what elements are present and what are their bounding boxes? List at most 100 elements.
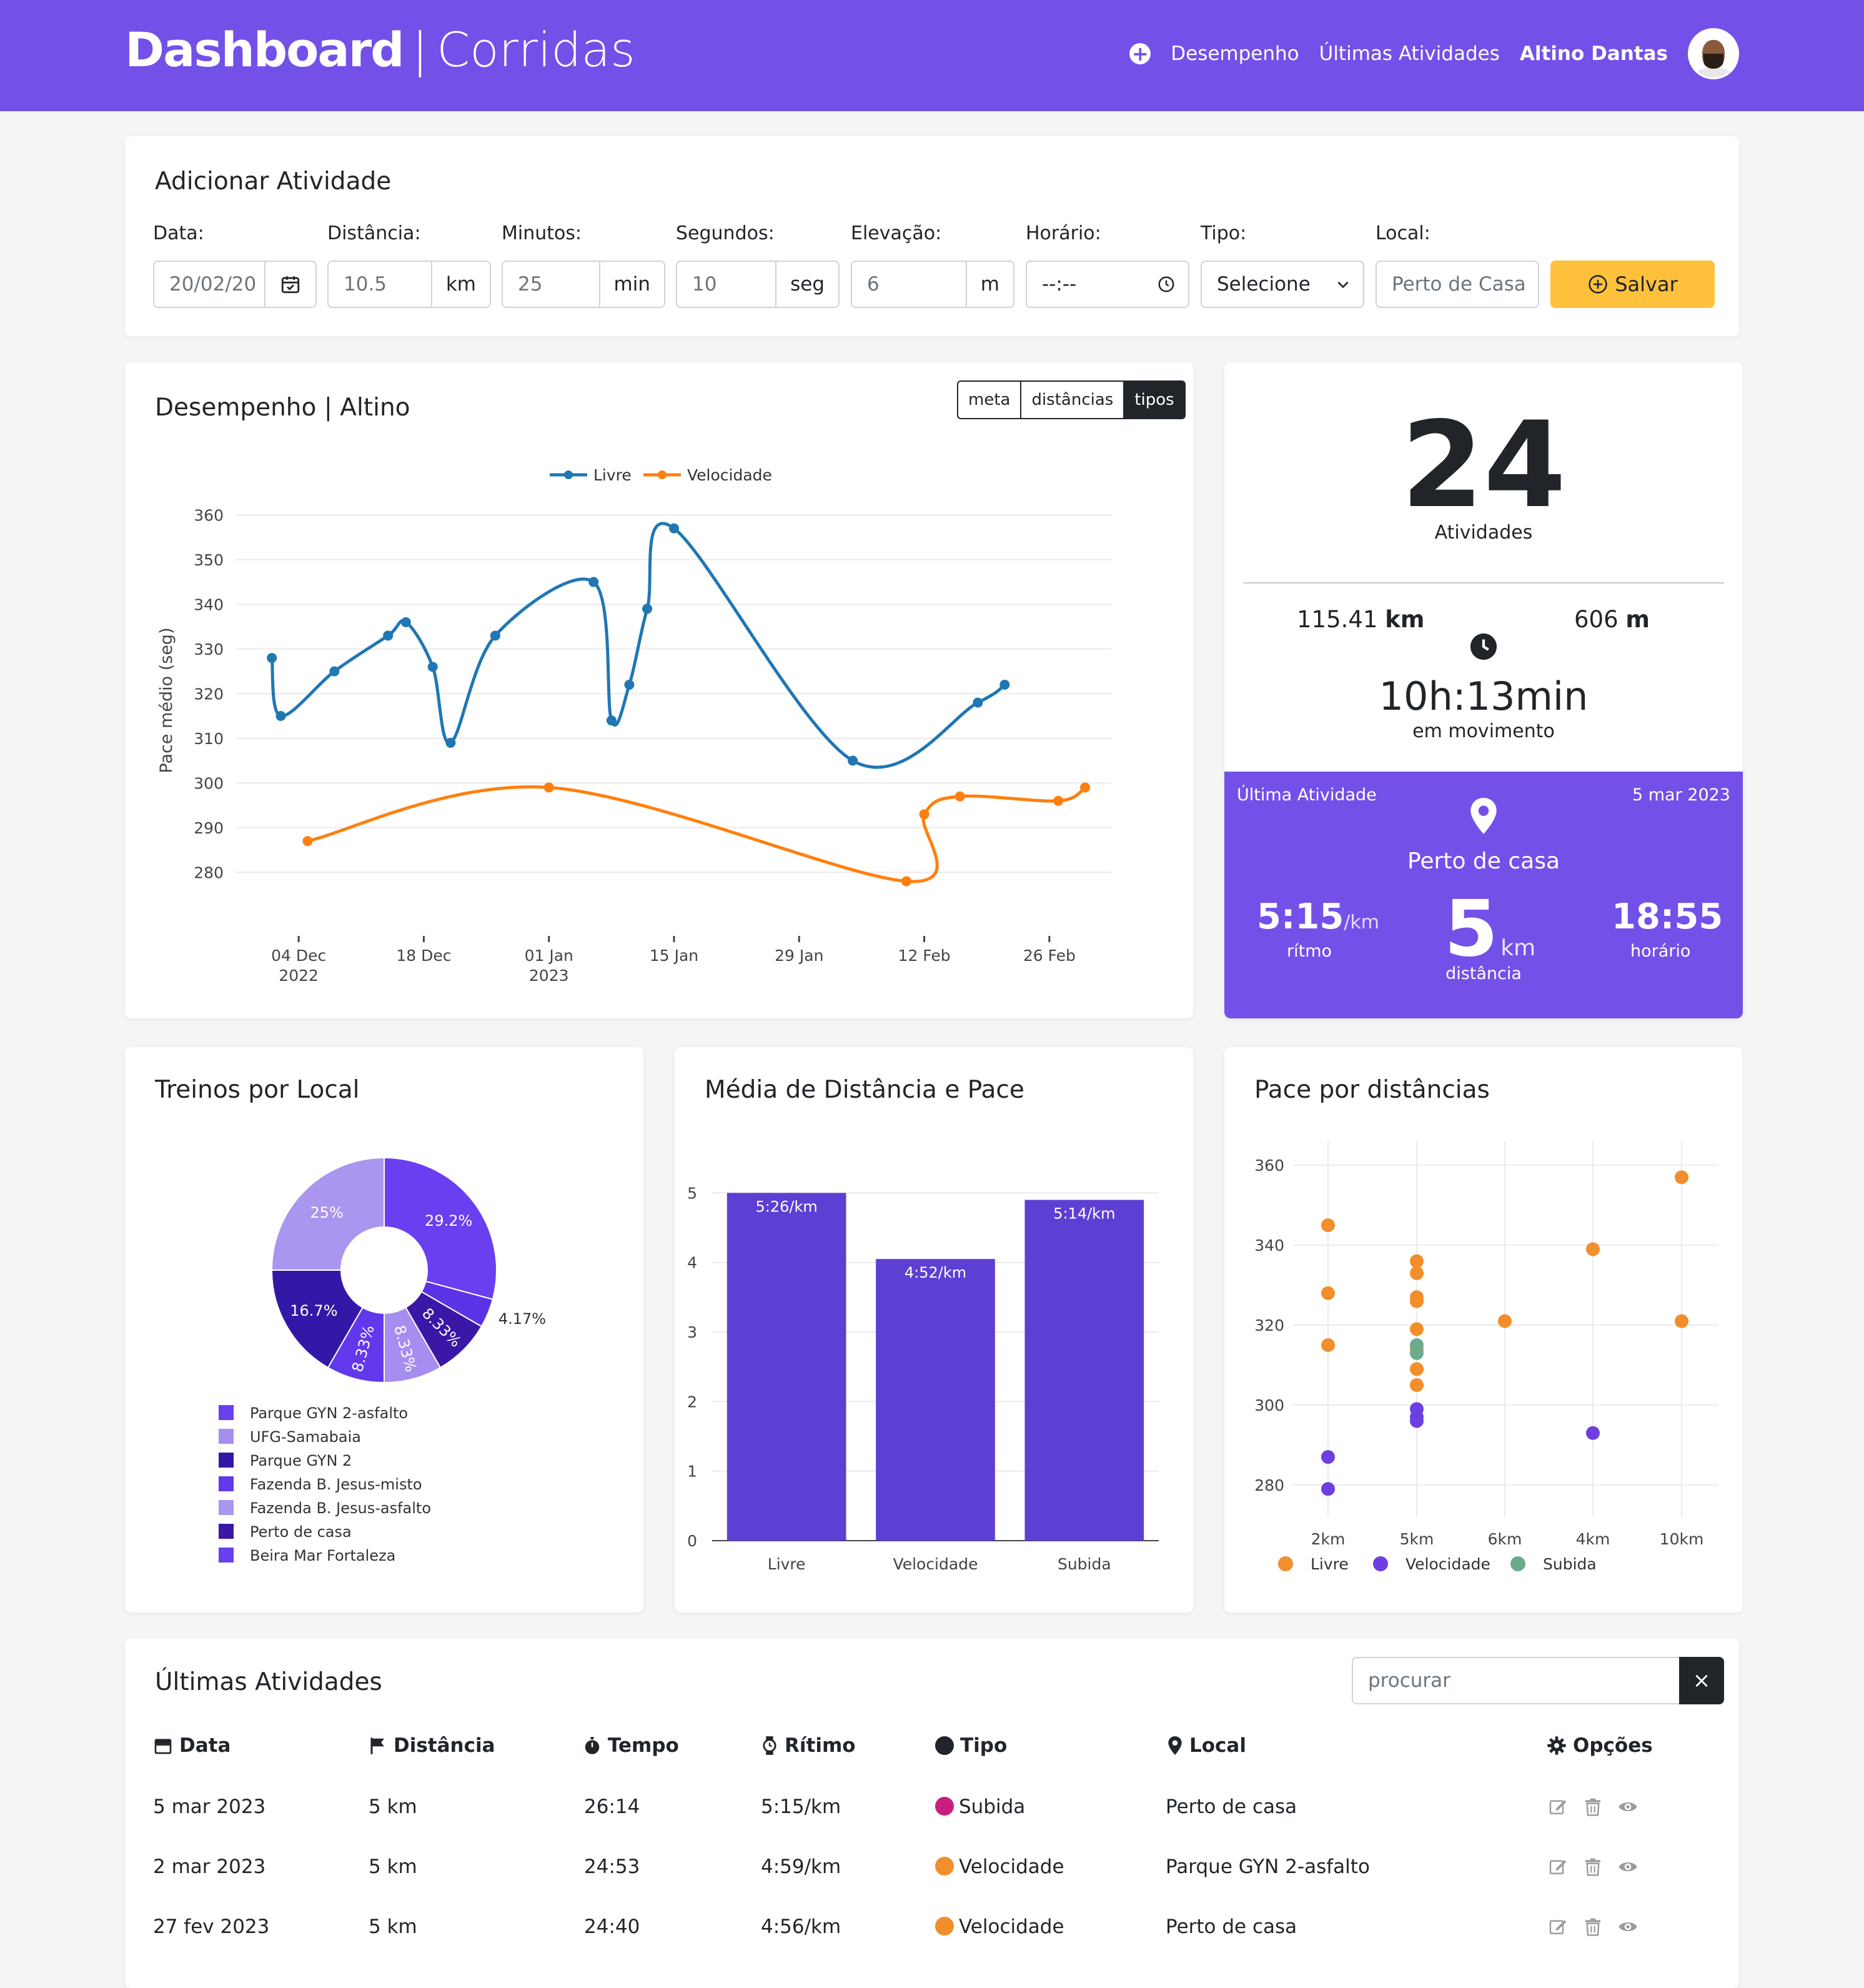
trash-icon[interactable] [1583, 1917, 1603, 1937]
watch-icon [763, 1736, 776, 1755]
edit-icon[interactable] [1548, 1797, 1568, 1817]
data-point [1586, 1426, 1600, 1440]
data-point [445, 737, 456, 748]
row-2-type: Velocidade [935, 1916, 1064, 1938]
bar-data-label: 4:52/km [905, 1264, 966, 1281]
bar-data-label: 5:26/km [756, 1198, 818, 1215]
moving-time: 10h:13min [1379, 673, 1589, 719]
place-field[interactable]: Perto de Casa [1376, 261, 1539, 308]
data-point [400, 617, 411, 627]
y-tick-label: 310 [194, 730, 224, 748]
last-activity-date: 5 mar 2023 [1632, 785, 1730, 805]
type-dot [935, 1917, 954, 1936]
edit-icon[interactable] [1548, 1917, 1568, 1937]
type-dot [935, 1797, 954, 1816]
legend-label: Velocidade [687, 466, 772, 484]
edit-icon[interactable] [1548, 1857, 1568, 1877]
seconds-label: Segundos: [676, 222, 775, 244]
row-1-type: Velocidade [935, 1856, 1064, 1878]
minutes-field[interactable]: 25 min [502, 261, 665, 308]
data-point [302, 836, 313, 847]
data-point [1321, 1338, 1335, 1352]
col-options[interactable]: Opções [1547, 1734, 1653, 1757]
last-activity-label: Última Atividade [1237, 785, 1377, 805]
calendar-icon [154, 1739, 172, 1754]
distance-unit: km [430, 262, 490, 307]
data-point [1410, 1414, 1424, 1428]
trash-icon[interactable] [1583, 1857, 1603, 1877]
x-tick-label: Velocidade [893, 1555, 978, 1573]
row-2-date: 27 fev 2023 [153, 1916, 270, 1938]
x-tick-label: 18 Dec [396, 947, 451, 965]
x-tick-label: 01 Jan [525, 947, 573, 965]
moving-label: em movimento [1412, 720, 1555, 742]
date-field[interactable]: 20/02/20 [153, 261, 317, 308]
x-tick-label: 04 Dec [271, 947, 326, 965]
data-point [1410, 1294, 1424, 1308]
legend-marker [658, 470, 667, 479]
y-tick-label: 340 [194, 595, 224, 614]
data-point [919, 809, 930, 820]
bar [1024, 1200, 1144, 1541]
trash-icon[interactable] [1583, 1797, 1603, 1817]
data-point [1321, 1482, 1335, 1496]
row-0-place: Perto de casa [1166, 1796, 1297, 1818]
x-tick-label: Livre [768, 1555, 806, 1573]
data-point [275, 711, 286, 722]
pace-by-distance-scatter-chart: 280 300 320 340 360 2km 5km 6km 4km 10km Livre Velo… [1254, 1141, 1718, 1573]
data-point [848, 755, 858, 766]
seconds-field[interactable]: 10 seg [676, 261, 840, 308]
time-label: Horário: [1026, 222, 1101, 244]
map-pin-icon [1470, 798, 1497, 834]
distance-field[interactable]: 10.5 km [327, 261, 491, 308]
add-activity-icon[interactable]: + [1129, 43, 1151, 64]
donut-hole [340, 1226, 428, 1314]
data-point [973, 697, 983, 708]
total-elevation: 606 m [1574, 606, 1650, 633]
time-field[interactable]: --:-- [1026, 261, 1189, 308]
clock-icon[interactable] [1144, 262, 1188, 307]
last-activity-panel[interactable]: Última Atividade 5 mar 2023 Perto de cas… [1224, 772, 1743, 1018]
col-date[interactable]: Data [153, 1734, 231, 1757]
type-select[interactable]: Selecione [1201, 261, 1364, 308]
eye-icon[interactable] [1618, 1917, 1638, 1937]
calendar-icon[interactable] [264, 262, 315, 307]
col-pace[interactable]: Rítimo [761, 1734, 856, 1757]
eye-icon[interactable] [1618, 1797, 1638, 1817]
legend-marker [564, 470, 573, 479]
minutes-unit: min [598, 262, 664, 307]
activity-count: 24 [1400, 396, 1567, 534]
save-button[interactable]: Salvar [1550, 261, 1715, 308]
legend-label: Fazenda B. Jesus-asfalto [250, 1499, 431, 1517]
map-pin-icon [1168, 1736, 1182, 1755]
data-point [1410, 1254, 1424, 1268]
user-name[interactable]: Altino Dantas [1520, 42, 1668, 65]
x-tick-label: 10km [1660, 1530, 1704, 1548]
avatar[interactable] [1688, 28, 1739, 79]
row-2-place: Perto de casa [1166, 1916, 1297, 1938]
elevation-field[interactable]: 6 m [851, 261, 1014, 308]
y-tick-label: 2 [687, 1393, 697, 1411]
x-tick-sublabel: 2023 [529, 967, 569, 985]
data-point [1321, 1286, 1335, 1300]
data-point [1080, 782, 1091, 793]
col-time[interactable]: Tempo [583, 1734, 679, 1757]
y-tick-label: 360 [1254, 1156, 1284, 1175]
y-tick-label: 5 [687, 1184, 697, 1202]
slice-label: 29.2% [425, 1212, 472, 1230]
y-tick-label: 0 [687, 1532, 697, 1550]
x-tick-label: 15 Jan [650, 947, 698, 965]
search-input[interactable]: procurar [1352, 1657, 1679, 1704]
last-activity-pace-label: rítmo [1287, 942, 1332, 961]
y-tick-label: 1 [687, 1463, 697, 1481]
nav-desempenho[interactable]: Desempenho [1171, 42, 1299, 65]
last-activity-place: Perto de casa [1407, 848, 1560, 874]
col-place[interactable]: Local [1167, 1734, 1246, 1757]
col-type[interactable]: Tipo [935, 1734, 1007, 1757]
plus-circle-icon [1589, 275, 1607, 294]
eye-icon[interactable] [1618, 1857, 1638, 1877]
col-distance[interactable]: Distância [369, 1734, 495, 1757]
nav-ultimas-atividades[interactable]: Últimas Atividades [1319, 42, 1500, 65]
clear-search-button[interactable]: × [1679, 1657, 1724, 1704]
legend-label: Subida [1543, 1555, 1597, 1573]
